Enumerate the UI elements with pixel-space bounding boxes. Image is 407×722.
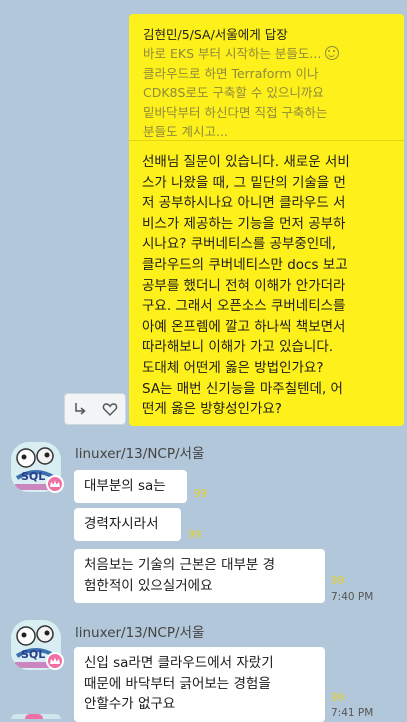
message-line: 경력자시라서 xyxy=(84,516,159,532)
quoted-line: 클라우드로 하면 Terraform 이나 xyxy=(143,65,319,81)
message-text: 선배님 질문이 있습니다. 새로운 서비 스가 나왔을 때, 그 밑단의 기술을… xyxy=(142,152,397,420)
message-action-bar xyxy=(64,393,126,425)
quoted-line: 바로 EKS 부터 시작하는 분들도... xyxy=(143,44,393,64)
svg-text:SQL: SQL xyxy=(21,648,45,661)
message-line: 아예 온프렘에 깔고 하나씩 책보면서 xyxy=(142,318,346,335)
message-line: 안할수가 없구요 xyxy=(84,696,176,712)
reply-arrow-icon xyxy=(75,403,86,415)
reply-divider xyxy=(129,140,404,141)
message-line: 구요. 그래서 오픈소스 쿠버네티스를 xyxy=(142,298,346,315)
svg-text:SQL: SQL xyxy=(21,470,45,483)
quoted-message[interactable]: 바로 EKS 부터 시작하는 분들도... 클라우드로 하면 Terraform… xyxy=(143,44,393,142)
quoted-line: 밑바닥부터 하신다면 직접 구축하는 xyxy=(143,104,328,120)
sender-name[interactable]: linuxer/13/NCP/서울 xyxy=(75,621,204,641)
unread-count: 99 xyxy=(194,488,208,500)
reply-button[interactable] xyxy=(65,394,95,424)
message-line: 대부분의 sa는 xyxy=(84,478,166,494)
chat-bubble[interactable]: 신입 sa라면 클라우드에서 자랐기 때문에 바닥부터 긁어보는 경험을 안할수… xyxy=(74,647,325,722)
message-line: 클라우드의 쿠버네티스만 docs 보고 xyxy=(142,256,348,273)
message-line: 스가 나왔을 때, 그 밑단의 기술을 먼 xyxy=(142,174,346,191)
message-line: 저 공부하시나요 아니면 클라우드 서 xyxy=(142,195,346,212)
message-line: 험한적이 있으실거에요 xyxy=(84,577,213,594)
quoted-line: 분들도 계시고... xyxy=(143,124,228,139)
crown-badge-icon xyxy=(46,652,64,670)
heart-icon xyxy=(102,403,118,416)
smile-emoji-icon xyxy=(325,46,340,60)
message-line: 도대체 어떤게 옳은 방법인가요? xyxy=(142,359,324,376)
message-line: 공부를 했더니 전혀 이해가 안가더라 xyxy=(142,277,346,294)
chat-bubble[interactable]: 경력자시라서 xyxy=(74,508,181,541)
message-line: 시나요? 쿠버네티스를 공부중인데, xyxy=(142,236,336,253)
message-line: SA는 매번 신기능을 마주칠텐데, 어 xyxy=(142,380,343,397)
message-line: 선배님 질문이 있습니다. 새로운 서비 xyxy=(142,154,350,170)
message-line: 처음보는 기술의 근본은 대부분 경 xyxy=(84,557,276,573)
message-line: 신입 sa라면 클라우드에서 자랐기 xyxy=(84,655,274,671)
unread-count: 99 xyxy=(188,529,202,541)
my-message-bubble[interactable]: 김현민/5/SA/서울에게 답장 바로 EKS 부터 시작하는 분들도... 클… xyxy=(129,14,404,426)
unread-count: 99 xyxy=(331,575,345,587)
quoted-line: CDK8S로도 구축할 수 있으니까요 xyxy=(143,85,324,100)
chat-bubble[interactable]: 처음보는 기술의 근본은 대부분 경 험한적이 있으실거에요 xyxy=(74,549,325,603)
timestamp: 7:40 PM xyxy=(331,591,374,603)
like-button[interactable] xyxy=(95,394,125,424)
message-line: 따라해보니 이해가 가고 있습니다. xyxy=(142,339,334,356)
reply-header: 김현민/5/SA/서울에게 답장 xyxy=(143,27,288,42)
timestamp: 7:41 PM xyxy=(331,707,374,719)
sender-name[interactable]: linuxer/13/NCP/서울 xyxy=(75,442,204,462)
message-line: 때문에 바닥부터 긁어보는 경험을 xyxy=(84,675,271,692)
message-line: 비스가 제공하는 기능을 먼저 공부하 xyxy=(142,215,346,232)
chat-bubble[interactable]: 대부분의 sa는 xyxy=(74,470,187,503)
message-line: 떤게 옳은 방향성인가요? xyxy=(142,401,282,418)
crown-badge-icon xyxy=(46,475,64,493)
crown-badge-icon xyxy=(25,714,43,719)
unread-count: 99 xyxy=(331,692,345,704)
